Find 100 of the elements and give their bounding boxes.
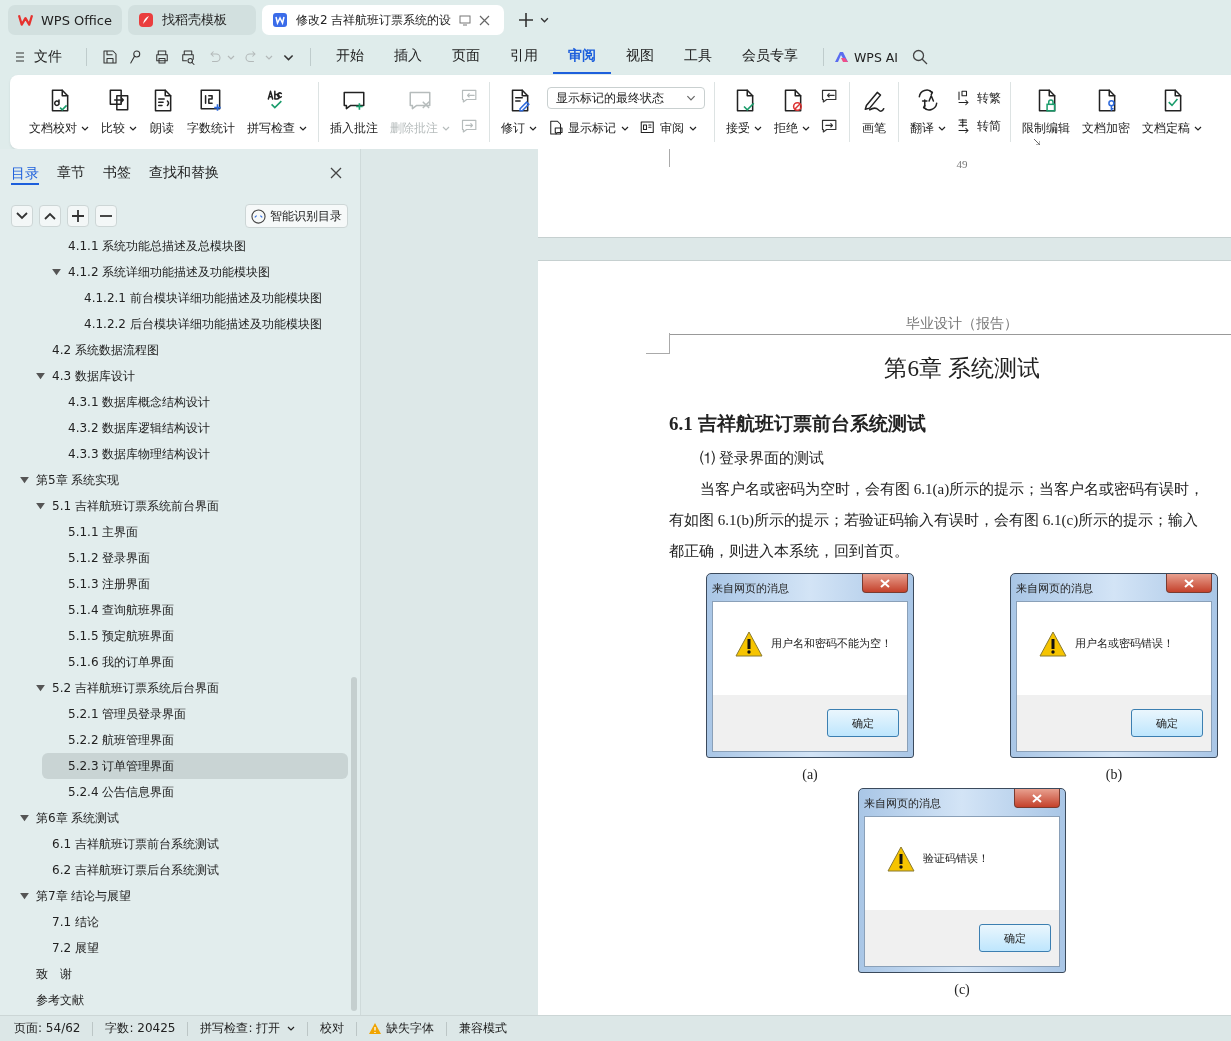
outline-item[interactable]: 5.1.4 查询航班界面 bbox=[42, 597, 348, 623]
outline-item[interactable]: 5.2.2 航班管理界面 bbox=[42, 727, 348, 753]
outline-item[interactable]: 5.2.4 公告信息界面 bbox=[42, 779, 348, 805]
print-preview-icon[interactable] bbox=[179, 48, 197, 66]
file-menu[interactable]: 文件 bbox=[16, 48, 62, 66]
outline-item[interactable]: 5.1.2 登录界面 bbox=[42, 545, 348, 571]
ribbon-tab[interactable]: 会员专享 bbox=[727, 40, 813, 74]
dialog-launcher-icon[interactable] bbox=[1034, 139, 1040, 145]
smart-toc-button[interactable]: 智能识别目录 bbox=[245, 204, 348, 228]
add-button[interactable] bbox=[67, 205, 89, 227]
outline-item[interactable]: 4.3.2 数据库逻辑结构设计 bbox=[42, 415, 348, 441]
ai-logo-icon bbox=[834, 51, 850, 63]
outline-item[interactable]: 4.3.1 数据库概念结构设计 bbox=[42, 389, 348, 415]
ribbon-small-button[interactable]: 审阅 bbox=[639, 119, 697, 137]
wps-logo-icon bbox=[18, 12, 33, 28]
body-paragraph: 当客户名或密码为空时，会有图 6.1(a)所示的提示；当客户名或密码有误时， 有如图 6.1(b)所示的提示；若验证码输入有误时，会有图 6.1(c)所示的提示；输入 都正确，则进入本系统，回到首页。 bbox=[669, 480, 1206, 561]
outline-item[interactable]: 5.1.5 预定航班界面 bbox=[42, 623, 348, 649]
expand-triangle-icon[interactable] bbox=[20, 814, 29, 822]
outline-item[interactable]: 5.1.1 主界面 bbox=[42, 519, 348, 545]
browser-tab[interactable]: 修改2 吉祥航班订票系统的设 bbox=[262, 5, 504, 35]
outline-item[interactable]: 6.1 吉祥航班订票前台系统测试 bbox=[26, 831, 348, 857]
ribbon-tab[interactable]: 页面 bbox=[437, 40, 495, 74]
ribbon-small-button[interactable]: 转简 bbox=[956, 117, 1001, 135]
status-item[interactable]: 校对 bbox=[320, 1020, 345, 1037]
expand-triangle-icon[interactable] bbox=[36, 502, 45, 510]
outline-item[interactable]: 4.1.2.2 后台模块详细功能描述及功能模块图 bbox=[58, 311, 348, 337]
ribbon-button[interactable]: 文档加密 bbox=[1077, 87, 1135, 137]
chevron-down-icon[interactable] bbox=[540, 17, 549, 23]
ribbon-button[interactable]: 插入批注 bbox=[325, 87, 383, 137]
ribbon-button[interactable]: 拒绝 bbox=[769, 87, 815, 137]
outline-item[interactable]: 参考文献 bbox=[10, 987, 348, 1013]
outline-item[interactable]: 5.2.3 订单管理界面 bbox=[42, 753, 348, 779]
panel-tab[interactable]: 章节 bbox=[57, 149, 85, 197]
ribbon-button[interactable]: 画笔 bbox=[856, 87, 892, 137]
outline-item[interactable]: 7.1 结论 bbox=[26, 909, 348, 935]
monitor-icon[interactable] bbox=[459, 14, 472, 26]
outline-item[interactable]: 4.3 数据库设计 bbox=[26, 363, 348, 389]
ribbon-button[interactable]: 拼写检查 bbox=[242, 87, 312, 137]
ribbon-button[interactable]: 翻译 bbox=[905, 87, 951, 137]
markup-icon bbox=[547, 119, 565, 137]
outline-item[interactable]: 第5章 系统实现 bbox=[10, 467, 348, 493]
status-item[interactable]: 缺失字体 bbox=[369, 1020, 435, 1037]
ribbon-button[interactable]: 朗读 bbox=[144, 87, 180, 137]
search-icon[interactable] bbox=[912, 49, 929, 65]
remove-button[interactable] bbox=[95, 205, 117, 227]
expand-triangle-icon[interactable] bbox=[20, 476, 29, 484]
outline-item[interactable]: 4.2 系统数据流程图 bbox=[26, 337, 348, 363]
ribbon-tab[interactable]: 引用 bbox=[495, 40, 553, 74]
expand-button[interactable] bbox=[11, 205, 33, 227]
status-item[interactable]: 拼写检查: 打开 bbox=[200, 1020, 296, 1037]
ribbon-small-button[interactable]: 显示标记 bbox=[547, 119, 629, 137]
ribbon-tab[interactable]: 开始 bbox=[321, 40, 379, 74]
outline-item[interactable]: 7.2 展望 bbox=[26, 935, 348, 961]
outline-item[interactable]: 第6章 系统测试 bbox=[10, 805, 348, 831]
status-item[interactable]: 页面: 54/62 bbox=[14, 1020, 81, 1037]
expand-triangle-icon[interactable] bbox=[20, 892, 29, 900]
ribbon-button[interactable]: 限制编辑 bbox=[1017, 87, 1075, 137]
save-icon[interactable] bbox=[101, 48, 119, 66]
status-item[interactable]: 兼容模式 bbox=[459, 1020, 508, 1037]
browser-tab[interactable]: WPS Office bbox=[8, 5, 122, 35]
ribbon-tab[interactable]: 视图 bbox=[611, 40, 669, 74]
close-icon[interactable] bbox=[330, 167, 342, 179]
item-heading: ⑴ 登录界面的测试 bbox=[699, 449, 825, 468]
panel-tab[interactable]: 书签 bbox=[103, 149, 131, 197]
outline-item[interactable]: 5.2.1 管理员登录界面 bbox=[42, 701, 348, 727]
expand-triangle-icon[interactable] bbox=[36, 372, 45, 380]
expand-triangle-icon[interactable] bbox=[36, 684, 45, 692]
new-tab-icon[interactable] bbox=[518, 12, 534, 28]
outline-item[interactable]: 5.1.6 我的订单界面 bbox=[42, 649, 348, 675]
outline-item[interactable]: 5.2 吉祥航班订票系统后台界面 bbox=[26, 675, 348, 701]
outline-item[interactable]: 4.3.3 数据库物理结构设计 bbox=[42, 441, 348, 467]
outline-item[interactable]: 4.1.1 系统功能总描述及总模块图 bbox=[42, 233, 348, 259]
outline-item[interactable]: 5.1 吉祥航班订票系统前台界面 bbox=[26, 493, 348, 519]
ribbon-button[interactable]: 文档定稿 bbox=[1137, 87, 1207, 137]
ribbon-button[interactable]: 字数统计 bbox=[182, 87, 240, 137]
outline-item[interactable]: 6.2 吉祥航班订票后台系统测试 bbox=[26, 857, 348, 883]
status-item[interactable]: 字数: 20425 bbox=[105, 1020, 176, 1037]
print-icon[interactable] bbox=[153, 48, 171, 66]
scrollbar-thumb[interactable] bbox=[351, 677, 357, 1011]
ribbon-button[interactable]: 接受 bbox=[721, 87, 767, 137]
expand-triangle-icon[interactable] bbox=[52, 268, 61, 276]
ribbon-small-button[interactable]: 转繁 bbox=[956, 89, 1001, 107]
chevron-down-icon[interactable] bbox=[283, 53, 294, 61]
outline-item[interactable]: 4.1.2.1 前台模块详细功能描述及功能模块图 bbox=[58, 285, 348, 311]
browser-tab[interactable]: 找稻壳模板 bbox=[128, 5, 256, 35]
markup-dropdown[interactable]: 显示标记的最终状态 bbox=[547, 87, 705, 109]
ribbon-button[interactable]: 修订 bbox=[496, 87, 542, 137]
ribbon-button[interactable]: 比较 bbox=[96, 87, 142, 137]
outline-item[interactable]: 致 谢 bbox=[10, 961, 348, 987]
ai-button[interactable]: WPS AI bbox=[834, 49, 899, 65]
outline-item[interactable]: 4.1.2 系统详细功能描述及功能模块图 bbox=[42, 259, 348, 285]
ribbon-tab[interactable]: 插入 bbox=[379, 40, 437, 74]
outline-item[interactable]: 5.1.3 注册界面 bbox=[42, 571, 348, 597]
collapse-button[interactable] bbox=[39, 205, 61, 227]
ribbon-button[interactable]: 文档校对 bbox=[24, 87, 94, 137]
close-icon[interactable] bbox=[479, 14, 491, 26]
ribbon-tab[interactable]: 工具 bbox=[669, 40, 727, 74]
menu-icon bbox=[16, 52, 26, 62]
outline-item[interactable]: 第7章 结论与展望 bbox=[10, 883, 348, 909]
panel-tab[interactable]: 查找和替换 bbox=[149, 149, 219, 197]
